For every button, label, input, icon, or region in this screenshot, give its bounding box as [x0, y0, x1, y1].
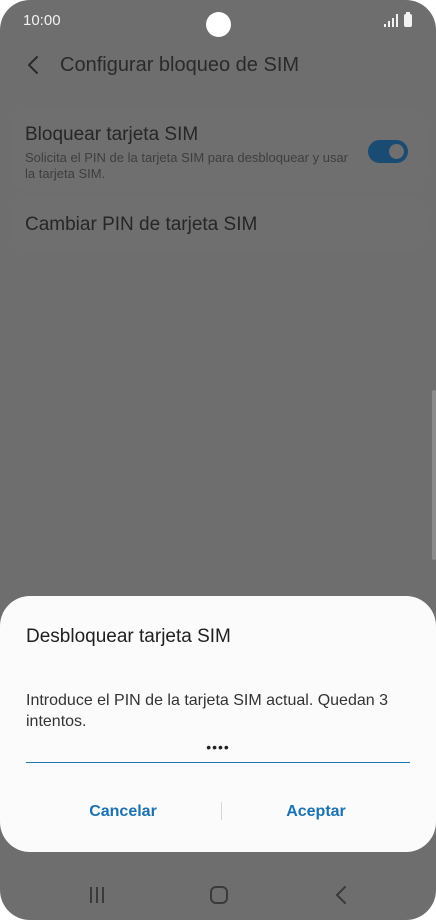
back-arrow-icon[interactable] — [24, 54, 44, 76]
edge-panel-handle[interactable] — [432, 390, 436, 560]
camera-hole — [206, 12, 231, 37]
phone-screen: 10:00 Configurar bloqueo de SIM Bloquear… — [0, 0, 436, 920]
dialog-message: Introduce el PIN de la tarjeta SIM actua… — [26, 692, 388, 730]
lock-sim-toggle[interactable] — [368, 140, 408, 163]
setting-lock-sim-title: Bloquear tarjeta SIM — [25, 124, 199, 145]
home-icon[interactable] — [204, 882, 234, 908]
cancel-button[interactable]: Cancelar — [60, 800, 186, 824]
signal-icon — [384, 14, 398, 27]
dialog-title: Desbloquear tarjeta SIM — [26, 626, 231, 647]
status-time: 10:00 — [23, 12, 61, 29]
pin-input[interactable] — [26, 732, 410, 763]
app-bar: Configurar bloqueo de SIM — [0, 44, 436, 88]
page-title: Configurar bloqueo de SIM — [60, 54, 300, 76]
status-bar: 10:00 — [0, 0, 436, 42]
accept-button[interactable]: Aceptar — [256, 800, 376, 824]
recent-apps-icon[interactable] — [82, 882, 112, 908]
toggle-knob — [387, 142, 406, 161]
navigation-bar — [0, 870, 436, 920]
back-icon[interactable] — [327, 882, 357, 908]
unlock-sim-dialog: Desbloquear tarjeta SIM Introduce el PIN… — [0, 596, 436, 852]
setting-lock-sim[interactable]: Bloquear tarjeta SIM Solicita el PIN de … — [10, 108, 426, 192]
setting-change-pin-title: Cambiar PIN de tarjeta SIM — [25, 214, 258, 235]
button-divider — [221, 802, 222, 820]
battery-icon — [404, 12, 412, 27]
setting-lock-sim-subtitle: Solicita el PIN de la tarjeta SIM para d… — [25, 150, 349, 181]
system-icons — [384, 12, 414, 29]
setting-change-pin[interactable]: Cambiar PIN de tarjeta SIM — [10, 196, 426, 252]
